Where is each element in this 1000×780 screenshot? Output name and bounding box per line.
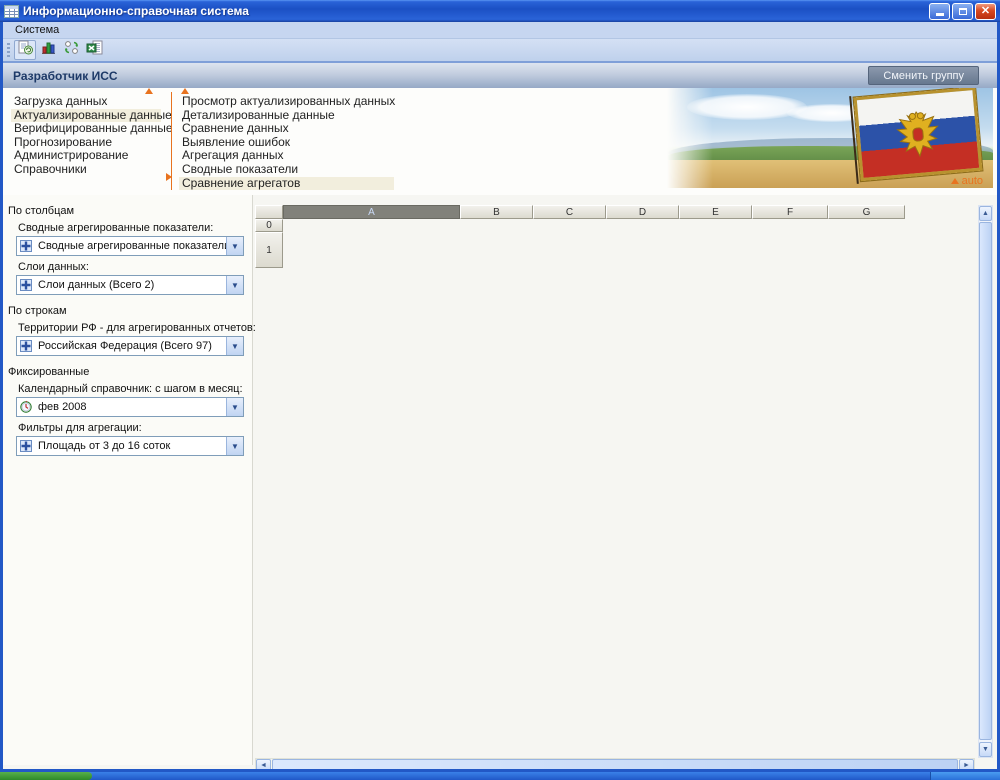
window-title: Информационно-справочная система — [23, 4, 249, 18]
menu-bar: Система — [3, 22, 997, 39]
vertical-scrollbar[interactable]: ▲ ▼ — [978, 205, 993, 758]
menu-item-system[interactable]: Система — [9, 23, 65, 37]
chevron-down-icon[interactable]: ▼ — [226, 237, 243, 255]
toolbar-button-1[interactable] — [14, 40, 36, 60]
column-header-G[interactable]: G — [828, 205, 905, 219]
scroll-up-marker-icon[interactable] — [145, 88, 153, 94]
taskbar — [0, 772, 1000, 780]
bar-chart-icon — [41, 40, 56, 60]
minimize-button[interactable] — [929, 3, 950, 20]
filter-dropdown[interactable]: Слои данных (Всего 2)▼ — [16, 275, 244, 295]
title-bar: Информационно-справочная система ✕ — [0, 0, 1000, 22]
app-icon — [4, 5, 19, 18]
nav-right-list: Просмотр актуализированных данныхДетализ… — [179, 95, 394, 190]
nav-item[interactable]: Детализированные данные — [179, 109, 394, 123]
data-grid: ABCDEFG 01 — [255, 205, 905, 758]
banner-photo: auto — [667, 88, 993, 188]
coat-of-arms-icon — [893, 106, 943, 162]
column-header-D[interactable]: D — [606, 205, 679, 219]
toolbar-button-3[interactable] — [60, 40, 82, 60]
layers-icon — [19, 239, 34, 254]
russian-flag — [854, 88, 983, 181]
refresh-data-icon — [17, 40, 34, 61]
filter-field-label: Территории РФ - для агрегированных отчет… — [18, 322, 252, 334]
column-header-F[interactable]: F — [752, 205, 828, 219]
row-header-1[interactable]: 1 — [255, 232, 283, 268]
filter-sidebar: По столбцам Сводные агрегированные показа… — [3, 195, 253, 765]
chevron-down-icon[interactable]: ▼ — [226, 398, 243, 416]
column-header-C[interactable]: C — [533, 205, 606, 219]
filter-dropdown[interactable]: Площадь от 3 до 16 соток▼ — [16, 436, 244, 456]
toolbar-button-2[interactable] — [37, 40, 59, 60]
grid-body — [255, 268, 905, 758]
clock-icon — [19, 400, 34, 415]
nav-item[interactable]: Прогнозирование — [11, 136, 161, 150]
row-header-0[interactable]: 0 — [255, 219, 283, 232]
column-header-A[interactable]: A — [283, 205, 460, 219]
sidebar-section-title: По столбцам — [8, 205, 252, 217]
nav-item[interactable]: Администрирование — [11, 149, 161, 163]
dropdown-selected-value: фев 2008 — [38, 401, 226, 413]
dropdown-selected-value: Сводные агрегированные показатели (Всего… — [38, 240, 226, 252]
nav-item[interactable]: Сравнение агрегатов — [179, 177, 394, 191]
selection-arrow-icon — [166, 173, 172, 181]
system-tray — [930, 772, 1000, 780]
layers-icon — [19, 278, 34, 293]
window-border-left — [0, 22, 3, 772]
filter-field-label: Слои данных: — [18, 261, 252, 273]
sidebar-section-title: По строкам — [8, 305, 252, 317]
filter-dropdown[interactable]: Российская Федерация (Всего 97)▼ — [16, 336, 244, 356]
toolbar — [3, 39, 997, 61]
column-header-B[interactable]: B — [460, 205, 533, 219]
sidebar-section-title: Фиксированные — [8, 366, 252, 378]
nav-item[interactable]: Сводные показатели — [179, 163, 394, 177]
filter-dropdown[interactable]: Сводные агрегированные показатели (Всего… — [16, 236, 244, 256]
nav-item[interactable]: Сравнение данных — [179, 122, 394, 136]
filter-field-label: Сводные агрегированные показатели: — [18, 222, 252, 234]
scroll-up-button[interactable]: ▲ — [979, 206, 992, 221]
group-title: Разработчик ИСС — [13, 69, 118, 83]
restore-button[interactable] — [952, 3, 973, 20]
excel-export-icon — [86, 40, 103, 61]
auto-arrow-icon — [951, 178, 959, 184]
column-header-E[interactable]: E — [679, 205, 752, 219]
grid-corner-cell[interactable] — [255, 205, 283, 219]
chevron-down-icon[interactable]: ▼ — [226, 437, 243, 455]
nav-item[interactable]: Актуализированные данные — [11, 109, 161, 123]
application-window: Информационно-справочная система ✕ Систе… — [0, 0, 1000, 780]
filter-field-label: Календарный справочник: с шагом в месяц: — [18, 383, 252, 395]
grid-header: ABCDEFG 01 — [255, 205, 905, 268]
group-header: Разработчик ИСС Сменить группу — [3, 61, 997, 88]
nav-item[interactable]: Загрузка данных — [11, 95, 161, 109]
navigation-area: Загрузка данныхАктуализированные данныеВ… — [3, 88, 997, 195]
layers-icon — [19, 339, 34, 354]
change-group-button[interactable]: Сменить группу — [868, 66, 979, 85]
toolbar-button-4[interactable] — [83, 40, 105, 60]
vertical-scroll-thumb[interactable] — [979, 222, 992, 740]
dropdown-selected-value: Площадь от 3 до 16 соток — [38, 440, 226, 452]
toolbar-grip[interactable] — [7, 43, 10, 57]
nav-item[interactable]: Справочники — [11, 163, 161, 177]
nav-left-list: Загрузка данныхАктуализированные данныеВ… — [11, 95, 161, 177]
nav-item[interactable]: Выявление ошибок — [179, 136, 394, 150]
auto-label[interactable]: auto — [951, 175, 983, 187]
nav-item[interactable]: Агрегация данных — [179, 149, 394, 163]
start-button[interactable] — [0, 772, 92, 780]
chevron-down-icon[interactable]: ▼ — [226, 337, 243, 355]
nav-item[interactable]: Просмотр актуализированных данных — [179, 95, 394, 109]
filter-dropdown[interactable]: фев 2008▼ — [16, 397, 244, 417]
exchange-icon — [64, 40, 79, 60]
filter-field-label: Фильтры для агрегации: — [18, 422, 252, 434]
nav-item[interactable]: Верифицированные данные — [11, 122, 161, 136]
layers-icon — [19, 439, 34, 454]
scroll-up-marker-icon[interactable] — [181, 88, 189, 94]
close-button[interactable]: ✕ — [975, 3, 996, 20]
chevron-down-icon[interactable]: ▼ — [226, 276, 243, 294]
scroll-down-button[interactable]: ▼ — [979, 742, 992, 757]
dropdown-selected-value: Слои данных (Всего 2) — [38, 279, 226, 291]
dropdown-selected-value: Российская Федерация (Всего 97) — [38, 340, 226, 352]
